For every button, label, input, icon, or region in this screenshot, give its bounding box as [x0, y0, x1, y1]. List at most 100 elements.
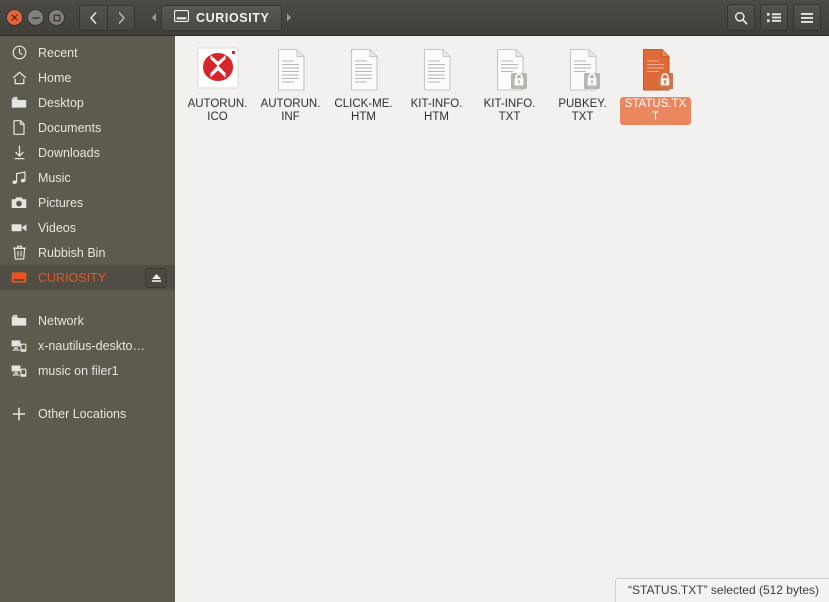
- status-text: “STATUS.TXT” selected (512 bytes): [628, 583, 819, 597]
- lock-badge-icon: [583, 73, 600, 89]
- download-icon: [6, 145, 32, 160]
- breadcrumb-item-curiosity[interactable]: CURIOSITY: [161, 4, 283, 31]
- sidebar[interactable]: Recent Home Desktop Documents Downloads …: [0, 36, 175, 602]
- breadcrumb: CURIOSITY: [147, 4, 296, 31]
- file-label: AUTORUN. ICO: [182, 97, 253, 125]
- sidebar-item-label: Recent: [38, 45, 78, 60]
- sidebar-item-label: Documents: [38, 120, 102, 135]
- sidebar-divider: [0, 290, 175, 308]
- breadcrumb-label: CURIOSITY: [196, 10, 270, 25]
- path-previous-icon[interactable]: [147, 5, 161, 31]
- remote-share-icon: [6, 339, 32, 353]
- view-toggle-button[interactable]: [760, 4, 788, 31]
- sidebar-item-network[interactable]: Network: [0, 308, 175, 333]
- sidebar-item-label: Desktop: [38, 95, 84, 110]
- file-label-line1: AUTORUN.: [187, 98, 248, 110]
- home-icon: [6, 71, 32, 85]
- text-file-icon: [340, 46, 388, 94]
- file-item[interactable]: KIT-INFO. HTM: [400, 44, 473, 129]
- sidebar-divider: [0, 383, 175, 401]
- sidebar-item-label: x-nautilus-deskto…: [38, 338, 145, 353]
- sidebar-item-label: Rubbish Bin: [38, 245, 106, 260]
- sidebar-item-pictures[interactable]: Pictures: [0, 190, 175, 215]
- sidebar-item-other-locations[interactable]: Other Locations: [0, 401, 175, 426]
- text-file-icon: [632, 46, 680, 94]
- icon-grid: AUTORUN. ICO AUTORUN. INF CLICK-ME. HTM …: [181, 44, 823, 129]
- file-item[interactable]: KIT-INFO. TXT: [473, 44, 546, 129]
- file-manager-window: CURIOSITY Recent Home Desktop Documents …: [0, 0, 829, 602]
- window-body: Recent Home Desktop Documents Downloads …: [0, 36, 829, 602]
- maximize-button[interactable]: [48, 9, 65, 26]
- minimize-button[interactable]: [27, 9, 44, 26]
- sidebar-item-label: Other Locations: [38, 406, 127, 421]
- sidebar-item-downloads[interactable]: Downloads: [0, 140, 175, 165]
- drive-icon: [173, 9, 190, 25]
- eject-button[interactable]: [145, 267, 167, 288]
- file-label-line1: KIT-INFO.: [483, 98, 536, 110]
- sidebar-item-label: Videos: [38, 220, 76, 235]
- sidebar-item-label: Home: [38, 70, 72, 85]
- sidebar-item-curiosity[interactable]: CURIOSITY: [0, 265, 175, 290]
- sidebar-item-documents[interactable]: Documents: [0, 115, 175, 140]
- text-file-icon: [486, 46, 534, 94]
- file-label-line1: PUBKEY.: [558, 98, 607, 110]
- sidebar-item-recent[interactable]: Recent: [0, 40, 175, 65]
- file-label-line1: CLICK-ME.: [334, 98, 393, 110]
- file-label-line1: KIT-INFO.: [410, 98, 463, 110]
- network-folder-icon: [6, 314, 32, 327]
- sidebar-item-label: Downloads: [38, 145, 100, 160]
- document-icon: [6, 120, 32, 135]
- file-item-selected[interactable]: STATUS.TXT: [619, 44, 692, 129]
- file-label-line1: AUTORUN.: [260, 98, 321, 110]
- trash-icon: [6, 245, 32, 260]
- remote-share-icon: [6, 364, 32, 378]
- sidebar-item-videos[interactable]: Videos: [0, 215, 175, 240]
- file-label: PUBKEY. TXT: [547, 97, 618, 125]
- text-file-icon: [413, 46, 461, 94]
- file-label: AUTORUN. INF: [255, 97, 326, 125]
- file-label: STATUS.TXT: [620, 97, 691, 125]
- sidebar-item-label: CURIOSITY: [38, 270, 107, 285]
- sidebar-item-label: Network: [38, 313, 84, 328]
- navigation-buttons: [79, 4, 135, 31]
- search-button[interactable]: [727, 4, 755, 31]
- close-button[interactable]: [6, 9, 23, 26]
- image-logo-icon: [194, 46, 242, 94]
- file-label: CLICK-ME. HTM: [328, 97, 399, 125]
- sidebar-item-music[interactable]: Music: [0, 165, 175, 190]
- window-controls: [6, 9, 65, 26]
- lock-badge-icon: [656, 73, 673, 89]
- file-list-view[interactable]: AUTORUN. ICO AUTORUN. INF CLICK-ME. HTM …: [175, 36, 829, 602]
- folder-icon: [6, 96, 32, 109]
- file-item[interactable]: AUTORUN. INF: [254, 44, 327, 129]
- sidebar-item-desktop[interactable]: Desktop: [0, 90, 175, 115]
- music-icon: [6, 170, 32, 185]
- forward-button[interactable]: [107, 4, 135, 31]
- back-button[interactable]: [79, 4, 107, 31]
- file-label-line2: TXT: [498, 111, 521, 123]
- path-next-icon[interactable]: [282, 5, 296, 31]
- file-item[interactable]: PUBKEY. TXT: [546, 44, 619, 129]
- sidebar-item-x-nautilus-desktop[interactable]: x-nautilus-deskto…: [0, 333, 175, 358]
- text-file-icon: [559, 46, 607, 94]
- lock-badge-icon: [510, 73, 527, 89]
- status-bar: “STATUS.TXT” selected (512 bytes): [615, 578, 829, 602]
- file-label-line2: HTM: [351, 111, 376, 123]
- sidebar-item-music-on-filer1[interactable]: music on filer1: [0, 358, 175, 383]
- sidebar-item-label: music on filer1: [38, 363, 119, 378]
- sidebar-item-home[interactable]: Home: [0, 65, 175, 90]
- drive-icon: [6, 271, 32, 284]
- file-label: KIT-INFO. TXT: [474, 97, 545, 125]
- file-label: KIT-INFO. HTM: [401, 97, 472, 125]
- file-label-line2: TXT: [571, 111, 594, 123]
- plus-icon: [6, 407, 32, 421]
- titlebar: CURIOSITY: [0, 0, 829, 36]
- camera-icon: [6, 196, 32, 209]
- file-label-line2: HTM: [424, 111, 449, 123]
- sidebar-item-label: Pictures: [38, 195, 84, 210]
- sidebar-item-rubbish-bin[interactable]: Rubbish Bin: [0, 240, 175, 265]
- file-item[interactable]: CLICK-ME. HTM: [327, 44, 400, 129]
- menu-button[interactable]: [793, 4, 821, 31]
- file-label-line2: ICO: [207, 111, 228, 123]
- file-item[interactable]: AUTORUN. ICO: [181, 44, 254, 129]
